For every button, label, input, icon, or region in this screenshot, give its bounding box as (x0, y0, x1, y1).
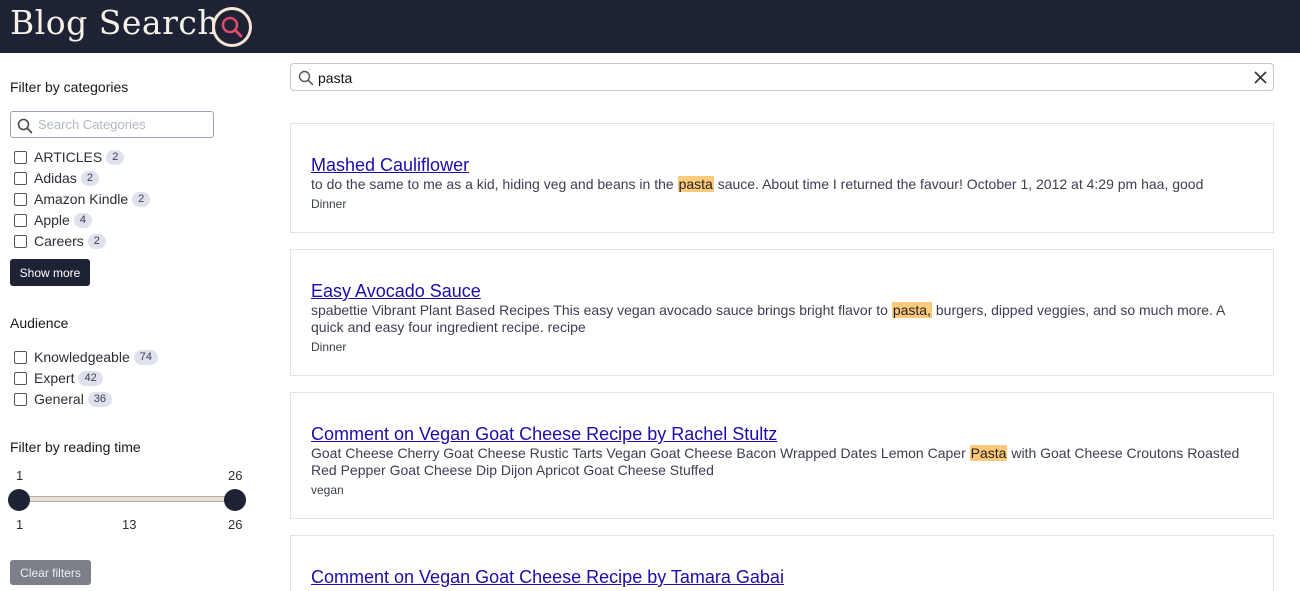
audience-item[interactable]: Expert 42 (10, 368, 103, 388)
search-icon[interactable] (212, 7, 252, 47)
result-title-link[interactable]: Comment on Vegan Goat Cheese Recipe by R… (311, 424, 777, 445)
checkbox[interactable] (14, 371, 27, 385)
checkbox[interactable] (14, 213, 27, 227)
checkbox[interactable] (14, 234, 27, 248)
count-badge: 2 (80, 170, 99, 186)
reading-time-heading: Filter by reading time (10, 439, 141, 455)
category-item[interactable]: Amazon Kindle 2 (10, 189, 151, 209)
category-label: Adidas (34, 170, 77, 186)
category-item[interactable]: Apple 4 (10, 210, 92, 230)
categories-heading: Filter by categories (10, 79, 129, 95)
app-title[interactable]: Blog Search (10, 3, 219, 42)
slider-min-handle[interactable] (8, 489, 30, 511)
category-label: ARTICLES (34, 149, 103, 165)
filters-sidebar: Filter by categories Search Categories A… (8, 53, 250, 591)
count-badge: 2 (87, 233, 106, 249)
checkbox[interactable] (14, 192, 27, 206)
scale-mid-label: 13 (122, 517, 137, 532)
result-category: vegan (311, 483, 344, 497)
scale-max-label: 26 (228, 517, 243, 532)
show-more-button[interactable]: Show more (10, 259, 90, 286)
search-icon (298, 70, 314, 86)
result-title-link[interactable]: Mashed Cauliflower (311, 155, 469, 176)
audience-item[interactable]: General 36 (10, 389, 113, 409)
result-category: Dinner (311, 340, 347, 354)
slider-max-handle[interactable] (224, 489, 246, 511)
checkbox[interactable] (14, 150, 27, 164)
category-label: Apple (34, 212, 70, 228)
count-badge: 42 (78, 370, 103, 386)
slider-max-value: 26 (228, 468, 243, 483)
search-icon (17, 118, 33, 134)
category-item[interactable]: Adidas 2 (10, 168, 99, 188)
checkbox[interactable] (14, 392, 27, 406)
result-snippet: Goat Cheese Cherry Goat Cheese Rustic Ta… (311, 445, 1240, 478)
audience-label: Knowledgeable (34, 349, 130, 365)
clear-filters-button[interactable]: Clear filters (10, 560, 91, 585)
category-label: Careers (34, 233, 84, 249)
search-highlight: pasta (677, 176, 714, 192)
category-label: Amazon Kindle (34, 191, 129, 207)
result-card: Comment on Vegan Goat Cheese Recipe by T… (290, 535, 1274, 591)
audience-label: Expert (34, 370, 75, 386)
search-highlight: Pasta (969, 445, 1008, 461)
category-search-input[interactable]: Search Categories (10, 111, 214, 138)
count-badge: 4 (73, 212, 92, 228)
count-badge: 2 (132, 191, 151, 207)
close-icon[interactable] (1253, 70, 1268, 85)
search-query[interactable]: pasta (318, 70, 352, 86)
count-badge: 36 (87, 391, 113, 407)
result-card: Mashed Cauliflower to do the same to me … (290, 123, 1274, 233)
category-item[interactable]: Careers 2 (10, 231, 106, 251)
count-badge: 74 (133, 349, 158, 365)
result-title-link[interactable]: Easy Avocado Sauce (311, 281, 481, 302)
audience-item[interactable]: Knowledgeable 74 (10, 347, 158, 367)
checkbox[interactable] (14, 171, 27, 185)
result-category: Dinner (311, 197, 347, 211)
audience-label: General (34, 391, 84, 407)
result-card: Easy Avocado Sauce spabettie Vibrant Pla… (290, 249, 1274, 376)
search-highlight: pasta, (891, 302, 932, 318)
result-title-link[interactable]: Comment on Vegan Goat Cheese Recipe by T… (311, 567, 784, 588)
reading-time-slider-track[interactable] (18, 496, 235, 502)
category-item[interactable]: ARTICLES 2 (10, 147, 125, 167)
count-badge: 2 (106, 149, 125, 165)
scale-min-label: 1 (16, 517, 24, 532)
result-snippet: spabettie Vibrant Plant Based Recipes Th… (311, 302, 1225, 335)
top-header: Blog Search (0, 0, 1300, 53)
search-input[interactable]: pasta (290, 63, 1274, 91)
result-card: Comment on Vegan Goat Cheese Recipe by R… (290, 392, 1274, 519)
slider-min-value: 1 (16, 468, 24, 483)
audience-heading: Audience (10, 315, 69, 331)
category-search-placeholder: Search Categories (38, 117, 146, 132)
result-snippet: to do the same to me as a kid, hiding ve… (311, 176, 1204, 192)
checkbox[interactable] (14, 350, 27, 364)
